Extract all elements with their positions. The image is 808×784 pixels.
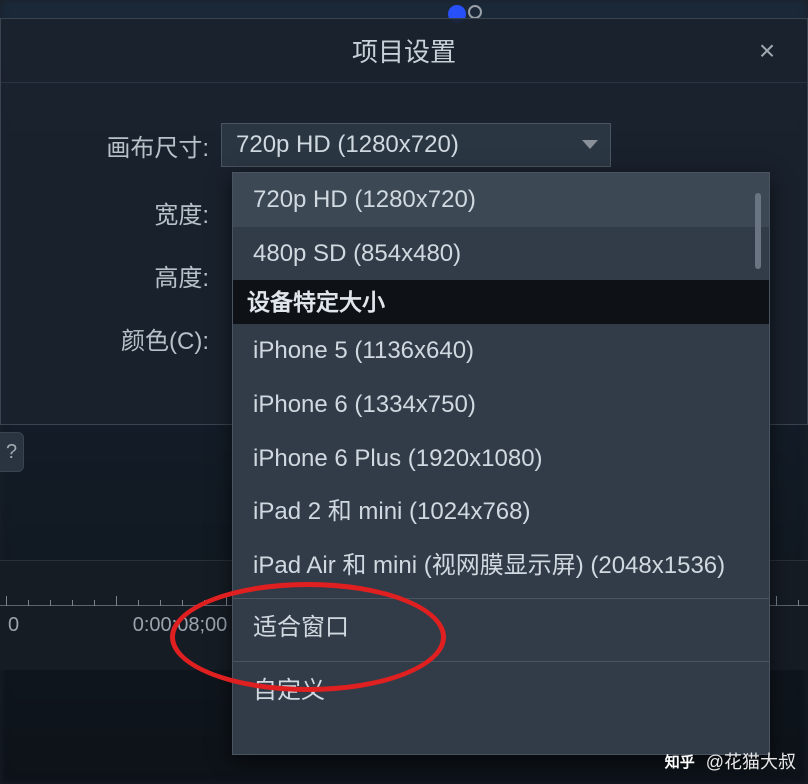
- width-label: 宽度:: [1, 195, 221, 230]
- help-icon: ?: [6, 441, 17, 464]
- color-label: 颜色(C):: [1, 321, 221, 356]
- close-icon: ×: [759, 35, 775, 67]
- scrollbar-track[interactable]: [759, 183, 765, 503]
- tick: [116, 596, 117, 606]
- close-button[interactable]: ×: [751, 35, 783, 67]
- canvas-size-select[interactable]: 720p HD (1280x720): [221, 123, 611, 167]
- tick: [50, 600, 51, 606]
- tick: [94, 600, 95, 606]
- tick: [160, 600, 161, 606]
- dropdown-option[interactable]: iPad 2 和 mini (1024x768): [233, 485, 769, 539]
- dropdown-option[interactable]: 480p SD (854x480): [233, 227, 769, 281]
- help-button[interactable]: ?: [0, 432, 24, 472]
- dropdown-option[interactable]: iPad Air 和 mini (视网膜显示屏) (2048x1536): [233, 539, 769, 593]
- canvas-size-dropdown: 720p HD (1280x720)480p SD (854x480)设备特定大…: [232, 172, 770, 755]
- tick: [204, 600, 205, 606]
- tick: [226, 596, 227, 606]
- tick: [776, 596, 777, 606]
- dialog-title: 项目设置: [352, 32, 456, 69]
- tick: [182, 600, 183, 606]
- canvas-size-value: 720p HD (1280x720): [236, 131, 459, 159]
- canvas-size-label: 画布尺寸:: [1, 128, 221, 163]
- row-canvas-size: 画布尺寸: 720p HD (1280x720): [1, 123, 767, 167]
- tick: [28, 600, 29, 606]
- dropdown-option[interactable]: iPhone 6 (1334x750): [233, 378, 769, 432]
- dialog-header: 项目设置 ×: [1, 19, 807, 83]
- playhead-ring-icon: [468, 5, 482, 19]
- zhihu-logo-icon: 知乎: [662, 752, 698, 770]
- dropdown-option[interactable]: 自定义: [233, 661, 769, 718]
- tick: [798, 600, 799, 606]
- timecode-start: 0: [8, 614, 19, 637]
- scrollbar-thumb[interactable]: [755, 193, 761, 269]
- tick: [138, 600, 139, 606]
- height-label: 高度:: [1, 258, 221, 293]
- watermark: 知乎 @花猫大叔: [662, 748, 796, 774]
- dropdown-option[interactable]: iPhone 6 Plus (1920x1080): [233, 432, 769, 486]
- dropdown-option[interactable]: 720p HD (1280x720): [233, 173, 769, 227]
- dropdown-option[interactable]: iPhone 5 (1136x640): [233, 324, 769, 378]
- dropdown-option[interactable]: 适合窗口: [233, 598, 769, 655]
- tick: [6, 596, 7, 606]
- chevron-down-icon: [582, 140, 598, 149]
- timecode-1: 0:00:08;00: [133, 614, 228, 637]
- dropdown-group-header: 设备特定大小: [233, 280, 769, 324]
- tick: [72, 600, 73, 606]
- watermark-text: @花猫大叔: [706, 748, 796, 774]
